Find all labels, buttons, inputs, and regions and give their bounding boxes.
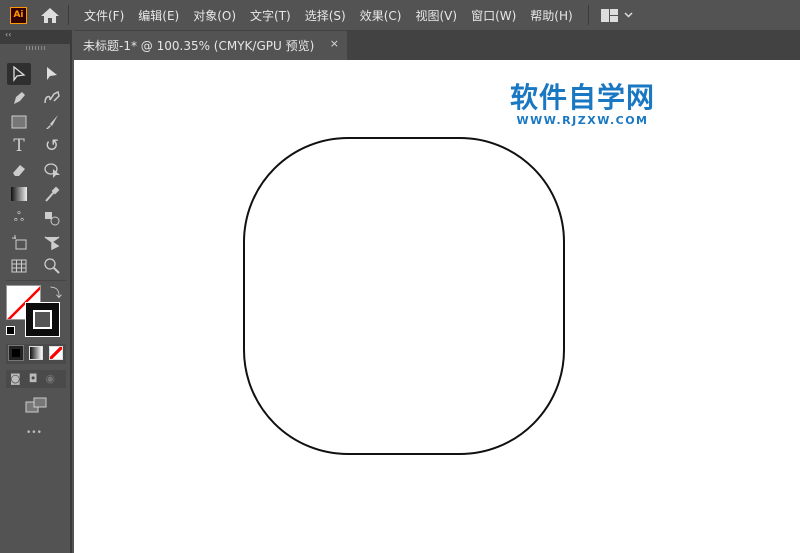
more-tools-button[interactable]: •••	[26, 428, 42, 438]
curvature-tool-icon[interactable]	[40, 87, 64, 109]
color-mode-group	[6, 344, 66, 364]
workspace-layout-icon[interactable]	[600, 8, 633, 22]
tab-title: 未标题-1* @ 100.35% (CMYK/GPU 预览)	[83, 39, 315, 53]
divider	[587, 5, 589, 25]
rounded-rectangle-shape[interactable]	[243, 137, 565, 455]
menu-window[interactable]: 窗口(W)	[464, 7, 523, 24]
draw-mode-group: ◙ ◘ ◉	[6, 370, 66, 388]
home-icon[interactable]	[40, 6, 60, 24]
gradient-button[interactable]	[29, 346, 43, 360]
draw-inside-icon[interactable]: ◉	[45, 372, 55, 386]
menu-edit[interactable]: 编辑(E)	[131, 7, 186, 24]
tools-panel: T ↺ ஃ ⤵ ◙ ◘ ◉ •••	[0, 44, 72, 553]
stroke-swatch[interactable]	[25, 302, 60, 337]
menu-effect[interactable]: 效果(C)	[353, 7, 409, 24]
menu-object[interactable]: 对象(O)	[186, 7, 243, 24]
divider	[6, 280, 66, 281]
graph-grid-tool-icon[interactable]	[7, 255, 31, 277]
menu-view[interactable]: 视图(V)	[408, 7, 464, 24]
rotate-tool-icon[interactable]: ↺	[40, 135, 64, 157]
draw-behind-icon[interactable]: ◘	[29, 372, 38, 386]
shape-builder-tool-icon[interactable]	[40, 159, 64, 181]
close-icon[interactable]: ×	[330, 37, 339, 50]
menu-file[interactable]: 文件(F)	[77, 7, 131, 24]
screen-mode-icon[interactable]	[24, 394, 48, 416]
draw-normal-icon[interactable]: ◙	[10, 372, 21, 386]
menu-help[interactable]: 帮助(H)	[523, 7, 579, 24]
menu-bar: Ai 文件(F) 编辑(E) 对象(O) 文字(T) 选择(S) 效果(C) 视…	[0, 0, 800, 30]
eraser-tool-icon[interactable]	[7, 159, 31, 181]
puppet-warp-tool-icon[interactable]	[40, 231, 64, 253]
document-tab[interactable]: 未标题-1* @ 100.35% (CMYK/GPU 预览) ×	[74, 31, 347, 60]
color-button[interactable]	[8, 345, 24, 361]
type-tool-icon[interactable]: T	[7, 135, 31, 157]
document-tab-bar: 未标题-1* @ 100.35% (CMYK/GPU 预览) ×	[74, 30, 800, 60]
symbol-sprayer-tool-icon[interactable]	[40, 207, 64, 229]
zoom-tool-icon[interactable]	[40, 255, 64, 277]
watermark: 软件自学网 WWW.RJZXW.COM	[510, 81, 656, 128]
divider	[68, 5, 69, 25]
panel-grip[interactable]	[26, 46, 46, 50]
menu-select[interactable]: 选择(S)	[298, 7, 353, 24]
selection-tool-icon[interactable]	[7, 63, 31, 85]
artboard-tool-icon[interactable]	[7, 231, 31, 253]
artboard-canvas[interactable]: 软件自学网 WWW.RJZXW.COM	[74, 60, 800, 553]
watermark-url: WWW.RJZXW.COM	[516, 114, 649, 127]
rectangle-tool-icon[interactable]	[7, 111, 31, 133]
watermark-title: 软件自学网	[510, 81, 656, 114]
blend-tool-icon[interactable]: ஃ	[7, 207, 31, 229]
paintbrush-tool-icon[interactable]	[40, 111, 64, 133]
app-logo: Ai	[10, 6, 27, 24]
menu-type[interactable]: 文字(T)	[243, 7, 298, 24]
none-button[interactable]	[49, 346, 63, 360]
gradient-tool-icon[interactable]	[7, 183, 31, 205]
toolbar-collapse[interactable]: ‹‹	[0, 30, 72, 44]
swap-colors-icon[interactable]: ⤵	[50, 284, 62, 301]
eyedropper-tool-icon[interactable]	[40, 183, 64, 205]
direct-selection-tool-icon[interactable]	[40, 63, 64, 85]
pen-tool-icon[interactable]	[7, 87, 31, 109]
default-colors-icon[interactable]	[6, 326, 15, 335]
chevron-down-icon	[624, 12, 633, 18]
